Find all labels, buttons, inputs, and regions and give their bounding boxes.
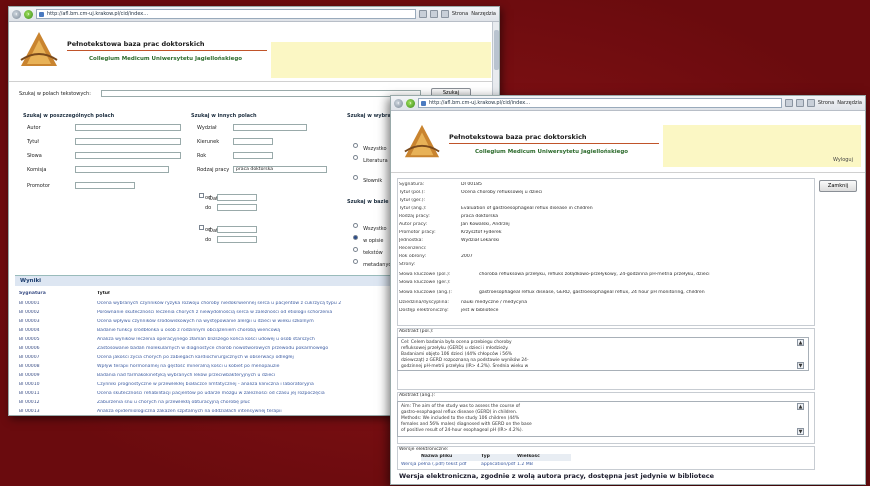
logo-icon [20, 32, 58, 66]
section-base-header: Szukaj w bazie [347, 199, 389, 205]
detail-row: Rodzaj pracy: praca doktorska [399, 214, 499, 219]
scrollbar-thumb[interactable] [494, 30, 499, 70]
promoter-input[interactable] [75, 182, 135, 189]
committee-select[interactable] [75, 166, 169, 173]
range-to-input-1[interactable] [217, 204, 257, 211]
browser-toolbar: ‹ › http://afl.bm.cm-uj.krakow.pl/cid/in… [391, 96, 865, 111]
header-banner [663, 125, 861, 167]
scroll-up-icon[interactable]: ▲ [797, 403, 804, 410]
header-divider [449, 143, 659, 144]
detail-row: Jednostka: Wydział Lekarski [399, 238, 500, 243]
logo-icon [404, 124, 440, 158]
browser-window-details: ‹ › http://afl.bm.cm-uj.krakow.pl/cid/in… [390, 95, 866, 485]
section-simple-header: Szukaj w poszczególnych polach [23, 113, 115, 119]
range-to-input-2[interactable] [217, 236, 257, 243]
search-all-input[interactable] [101, 90, 421, 97]
detail-row: Dostęp elektroniczny: jest w bibliotece [399, 308, 499, 313]
radio-base-metadata[interactable]: metadanych [353, 251, 394, 270]
feed-icon[interactable] [429, 10, 438, 18]
detail-row: Sygnatura: DI 00185 [399, 182, 482, 187]
title-input[interactable] [75, 138, 181, 145]
field-label-faculty: Wydział [197, 125, 217, 131]
type-select[interactable]: praca doktorska [233, 166, 327, 173]
keywords-input[interactable] [75, 152, 181, 159]
detail-row: Strony: [399, 262, 416, 267]
forward-icon[interactable]: › [406, 98, 415, 108]
direction-input[interactable] [233, 138, 273, 145]
header-banner [271, 42, 491, 78]
field-label-keywords: Słowa [27, 153, 42, 159]
availability-note: Wersja elektroniczna, zgodnie z wolą aut… [399, 472, 715, 480]
file-row[interactable]: Wersja pełna (.pdf) tekst pdf application… [401, 462, 571, 469]
address-bar[interactable]: http://afl.bm.cm-uj.krakow.pl/cid/index.… [36, 9, 416, 19]
radio-dict-dictionary[interactable]: Słownik [353, 167, 382, 186]
detail-row: Recenzenci: [399, 246, 427, 251]
search-all-label: Szukaj w polach tekstowych: [19, 91, 91, 97]
year-input[interactable] [233, 152, 273, 159]
page-title: Pełnotekstowa baza prac doktorskich [67, 40, 205, 48]
section-other-header: Szukaj w innych polach [191, 113, 257, 119]
menu-tools[interactable]: Narzędzia [471, 11, 496, 17]
field-label-author: Autor [27, 125, 41, 131]
menu-page[interactable]: Strona [452, 11, 468, 17]
detail-row: Autor pracy: Jan Kowalski, Andrzej [399, 222, 510, 227]
detail-row: Promotor pracy: Krzysztof Fyderek [399, 230, 502, 235]
scroll-down-icon[interactable]: ▼ [797, 428, 804, 435]
page-header: Pełnotekstowa baza prac doktorskich Coll… [9, 22, 499, 82]
browser-toolbar: ‹ › http://afl.bm.cm-uj.krakow.pl/cid/in… [9, 7, 499, 22]
detail-row: Tytuł (pol.): Ocena choroby refluksowej u… [399, 190, 543, 195]
range-to-label-1: do [205, 205, 212, 211]
page-subtitle: Collegium Medicum Uniwersytetu Jagielloń… [89, 56, 243, 62]
abstract-en-label: Abstrakt (ang.): [399, 393, 436, 398]
menu-page[interactable]: Strona [818, 100, 834, 106]
address-bar[interactable]: http://afl.bm.cm-uj.krakow.pl/cid/index.… [418, 98, 782, 108]
detail-row: Dziedzina/dyscyplina: nauki medyczne / me… [399, 300, 528, 305]
range-to-label-2: do [205, 237, 212, 243]
page-subtitle: Collegium Medicum Uniwersytetu Jagielloń… [475, 149, 629, 155]
page-title: Pełnotekstowa baza prac doktorskich [449, 133, 587, 141]
scroll-down-icon[interactable]: ▼ [797, 362, 804, 369]
menu-tools[interactable]: Narzędzia [837, 100, 862, 106]
files-label: Wersje elektroniczne: [399, 447, 449, 452]
range-from-label-1: od [205, 195, 212, 201]
detail-row: Tytuł (ger.): [399, 198, 426, 203]
back-icon[interactable]: ‹ [394, 98, 403, 108]
detail-row: Słowa kluczowe (ger.): [399, 280, 451, 285]
home-icon[interactable] [418, 10, 427, 18]
author-input[interactable] [75, 124, 181, 131]
detail-row: Słowa kluczowe (pol.): choroba refluksowa… [399, 272, 710, 277]
logout-link[interactable]: Wyloguj [833, 157, 853, 163]
field-label-title: Tytuł [27, 139, 39, 145]
field-label-year: Rok [197, 153, 207, 159]
abstract-pl-label: Abstrakt (pol.): [399, 329, 434, 334]
home-icon[interactable] [784, 99, 793, 107]
abstract-en-textarea[interactable]: Aim: The aim of the study was to assess … [397, 401, 809, 437]
range-from-label-2: od [205, 227, 212, 233]
faculty-select[interactable] [233, 124, 307, 131]
forward-icon[interactable]: › [24, 9, 33, 19]
field-label-direction: Kierunek [197, 139, 220, 145]
detail-row: Tytuł (ang.): Evaluation of gastroesophag… [399, 206, 593, 211]
field-label-committee: Komisja [27, 167, 47, 173]
radio-dict-literature[interactable]: Literatura [353, 147, 388, 166]
detail-row: Słowa kluczowe (ang.): gastroesophageal r… [399, 290, 705, 295]
field-label-type: Rodzaj pracy [197, 167, 230, 173]
abstract-pl-textarea[interactable]: Cel: Celem badania była ocena przebiegu … [397, 337, 809, 371]
detail-row: Rok obrony: 2007 [399, 254, 473, 259]
range-from-input-1[interactable] [217, 194, 257, 201]
files-header-row: Nazwa pliku Typ Wielkość [421, 454, 571, 461]
print-icon[interactable] [440, 10, 449, 18]
header-divider [67, 50, 267, 51]
range-from-input-2[interactable] [217, 226, 257, 233]
field-label-promoter: Promotor [27, 183, 50, 189]
feed-icon[interactable] [795, 99, 804, 107]
print-icon[interactable] [806, 99, 815, 107]
page-header: Pełnotekstowa baza prac doktorskich Coll… [391, 111, 865, 173]
back-icon[interactable]: ‹ [12, 9, 21, 19]
scroll-up-icon[interactable]: ▲ [797, 339, 804, 346]
